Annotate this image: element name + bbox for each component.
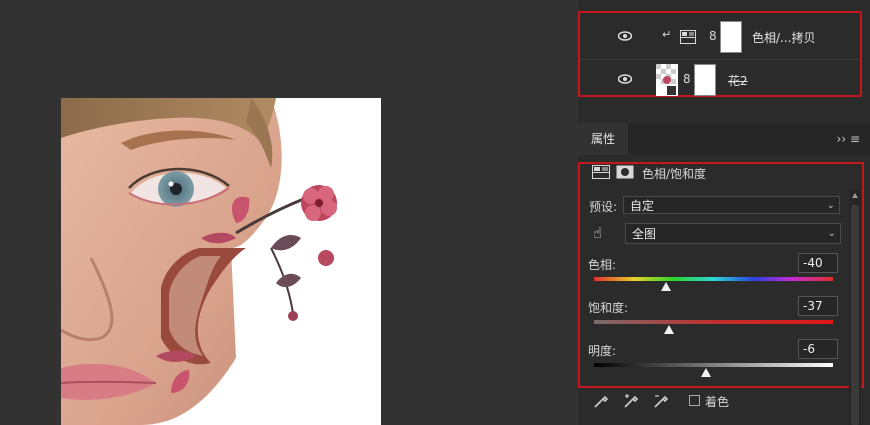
hand-target-icon[interactable]: ☝	[593, 224, 602, 242]
colorize-checkbox[interactable]	[689, 395, 700, 406]
preset-label: 预设:	[589, 200, 618, 214]
preset-select[interactable]: 自定 ⌄	[623, 196, 840, 214]
lightness-track[interactable]	[594, 363, 833, 367]
hue-label: 色相:	[588, 258, 617, 272]
hue-track[interactable]	[594, 277, 833, 281]
layer-row[interactable]: 8 花2	[580, 59, 860, 100]
layer-name[interactable]: 色相/...拷贝	[752, 29, 816, 46]
layer-mask-thumbnail[interactable]	[720, 21, 742, 53]
artwork-image	[61, 98, 381, 425]
eyedropper-icon[interactable]	[592, 392, 610, 410]
layer-name[interactable]: 花2	[728, 72, 748, 89]
scrollbar-thumb[interactable]	[851, 205, 859, 425]
link-icon: 8	[683, 72, 691, 86]
document-canvas[interactable]	[61, 98, 381, 425]
saturation-input[interactable]: -37	[798, 296, 838, 316]
channel-value: 全图	[632, 227, 657, 241]
eye-icon[interactable]	[618, 73, 632, 85]
chevron-down-icon: ⌄	[827, 228, 836, 239]
eye-icon[interactable]	[618, 30, 632, 42]
panel-scrollbar[interactable]	[849, 190, 861, 425]
link-icon: 8	[709, 29, 717, 43]
panel-tab-bar: 属性 ›› ≡	[578, 123, 870, 155]
adjustment-title: 色相/饱和度	[642, 167, 707, 181]
adjustment-layer-icon	[592, 165, 610, 179]
tab-properties[interactable]: 属性	[578, 123, 628, 155]
lightness-label: 明度:	[588, 344, 617, 358]
saturation-label: 饱和度:	[588, 301, 629, 315]
layer-thumbnail[interactable]	[656, 64, 678, 96]
clip-arrow-icon: ↵	[662, 28, 672, 41]
channel-select[interactable]: 全图 ⌄	[625, 223, 841, 244]
layer-row[interactable]: ↵ 8 色相/...拷贝	[580, 17, 860, 57]
hue-slider-thumb[interactable]	[660, 282, 671, 291]
lightness-slider-thumb[interactable]	[701, 368, 712, 377]
lightness-input[interactable]: -6	[798, 339, 838, 359]
eyedropper-add-icon[interactable]	[622, 392, 640, 410]
layer-mask-thumbnail[interactable]	[694, 64, 716, 96]
chevron-down-icon: ⌄	[826, 200, 835, 211]
preset-value: 自定	[630, 199, 655, 213]
panel-menu-icon[interactable]: ›› ≡	[837, 132, 860, 146]
colorize-label: 着色	[705, 395, 730, 409]
mask-icon[interactable]	[616, 165, 634, 179]
scroll-up-arrow[interactable]	[852, 193, 858, 198]
layers-list: ↵ 8 色相/...拷贝 8 花2	[578, 11, 862, 97]
saturation-track[interactable]	[594, 320, 833, 324]
eyedropper-subtract-icon[interactable]	[652, 392, 670, 410]
saturation-slider-thumb[interactable]	[664, 325, 675, 334]
hue-input[interactable]: -40	[798, 253, 838, 273]
adjustment-grid-icon	[680, 30, 696, 44]
